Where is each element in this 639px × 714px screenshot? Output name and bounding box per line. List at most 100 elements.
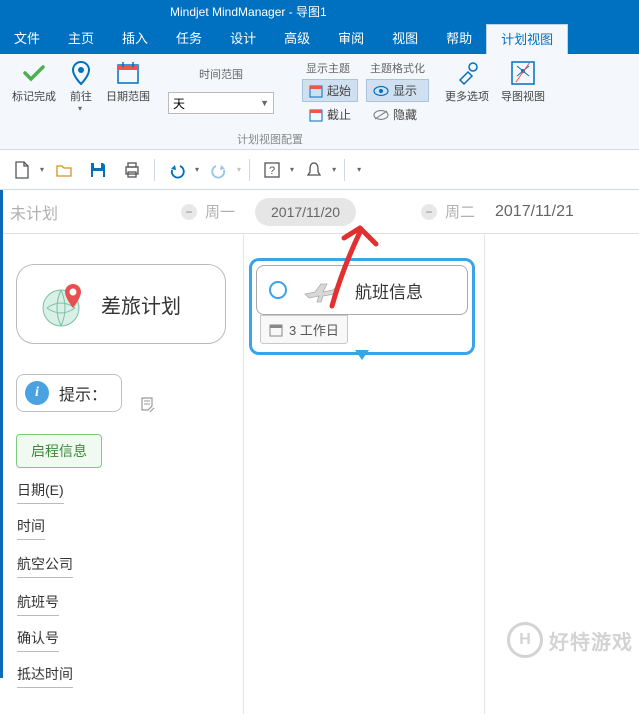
calendar-start-icon	[309, 84, 323, 98]
hide-label: 隐藏	[393, 106, 417, 123]
info-icon: i	[25, 381, 49, 405]
field-flight-no[interactable]: 航班号	[17, 592, 59, 616]
field-time[interactable]: 时间	[17, 516, 45, 540]
airplane-icon	[301, 276, 341, 304]
watermark: H 好特游戏	[507, 622, 633, 658]
menu-file[interactable]: 文件	[0, 24, 54, 54]
menu-bar: 文件 主页 插入 任务 设计 高级 审阅 视图 帮助 计划视图	[0, 24, 639, 54]
unplanned-label: 未计划	[10, 200, 58, 224]
eye-icon	[373, 85, 389, 97]
caret-down-icon[interactable]: ▾	[40, 165, 44, 174]
calendar-small-icon	[269, 323, 283, 337]
topic-travel-plan[interactable]: 差旅计划	[16, 264, 226, 344]
help-button[interactable]: ?	[258, 156, 286, 184]
show-topic-label: 显示主题	[302, 58, 358, 78]
quick-toolbar: ▾ ▾ ▾ ? ▾ ▾ ▾	[0, 150, 639, 190]
subtopic-flight-info[interactable]: 航班信息 3 工作日	[249, 258, 475, 355]
show-label: 显示	[393, 82, 417, 99]
watermark-logo-icon: H	[507, 622, 543, 658]
time-unit-value: 天	[173, 95, 185, 112]
end-toggle[interactable]: 截止	[302, 103, 358, 126]
folder-open-icon	[55, 161, 73, 179]
drag-handle-icon[interactable]	[355, 350, 369, 360]
help-icon: ?	[263, 161, 281, 179]
menu-help[interactable]: 帮助	[432, 24, 486, 54]
new-doc-icon	[13, 161, 31, 179]
hide-toggle[interactable]: 隐藏	[366, 103, 429, 126]
launch-info-button[interactable]: 启程信息	[16, 434, 102, 468]
undo-icon	[168, 161, 186, 179]
watermark-text: 好特游戏	[549, 626, 633, 655]
collapse-button[interactable]: −	[421, 204, 437, 220]
field-airline[interactable]: 航空公司	[17, 554, 73, 578]
overflow-icon[interactable]: ▾	[357, 165, 361, 174]
end-label: 截止	[327, 106, 351, 123]
checkmark-icon	[21, 60, 47, 86]
more-options-label: 更多选项	[445, 88, 489, 104]
globe-pin-icon	[37, 278, 89, 330]
menu-view[interactable]: 视图	[378, 24, 432, 54]
caret-down-icon[interactable]: ▾	[237, 165, 241, 174]
redo-button[interactable]	[205, 156, 233, 184]
caret-down-icon[interactable]: ▾	[332, 165, 336, 174]
new-doc-button[interactable]	[8, 156, 36, 184]
date-range-button[interactable]: 日期范围	[100, 58, 156, 115]
window-titlebar: Mindjet MindManager - 导图1	[0, 0, 639, 24]
menu-task[interactable]: 任务	[162, 24, 216, 54]
column-divider	[484, 234, 485, 714]
print-icon	[123, 161, 141, 179]
start-toggle[interactable]: 起始	[302, 79, 358, 102]
time-range-label: 时间范围	[195, 64, 247, 84]
open-button[interactable]	[50, 156, 78, 184]
undo-button[interactable]	[163, 156, 191, 184]
goto-label: 前往	[70, 88, 92, 104]
wrench-gear-icon	[454, 60, 480, 86]
date-range-label: 日期范围	[106, 88, 150, 104]
eye-off-icon	[373, 109, 389, 121]
caret-down-icon[interactable]: ▾	[195, 165, 199, 174]
menu-review[interactable]: 审阅	[324, 24, 378, 54]
column-divider	[243, 234, 244, 714]
more-options-button[interactable]: 更多选项	[439, 58, 495, 106]
left-edge-accent	[0, 190, 3, 678]
ribbon: 标记完成 前往 ▾ 日期范围 时间范围 天 ▼ 显示主题 起始	[0, 54, 639, 150]
field-date[interactable]: 日期(E)	[17, 480, 64, 504]
window-title: Mindjet MindManager - 导图1	[170, 5, 327, 19]
caret-down-icon[interactable]: ▾	[290, 165, 294, 174]
start-label: 起始	[327, 82, 351, 99]
date-pill-1[interactable]: 2017/11/20	[255, 198, 356, 226]
date-label-2: 2017/11/21	[495, 203, 574, 221]
launch-info-label: 启程信息	[31, 443, 87, 459]
tip-box[interactable]: i 提示：	[16, 374, 122, 412]
mindmap-view-button[interactable]: 导图视图	[495, 58, 551, 106]
calendar-icon	[115, 60, 141, 86]
mindmap-view-label: 导图视图	[501, 88, 545, 104]
work-days-text: 3 工作日	[289, 320, 339, 339]
menu-advanced[interactable]: 高级	[270, 24, 324, 54]
menu-design[interactable]: 设计	[216, 24, 270, 54]
menu-plan-view[interactable]: 计划视图	[486, 24, 568, 54]
mark-done-button[interactable]: 标记完成	[6, 58, 62, 115]
field-confirm-no[interactable]: 确认号	[17, 628, 59, 652]
calendar-end-icon	[309, 108, 323, 122]
menu-insert[interactable]: 插入	[108, 24, 162, 54]
menu-home[interactable]: 主页	[54, 24, 108, 54]
print-button[interactable]	[118, 156, 146, 184]
svg-text:?: ?	[269, 165, 275, 177]
field-arrival-time[interactable]: 抵达时间	[17, 664, 73, 688]
tip-text: 提示：	[59, 381, 107, 405]
topic-title: 差旅计划	[101, 290, 181, 319]
redo-icon	[210, 161, 228, 179]
radio-icon[interactable]	[269, 281, 287, 299]
work-days-badge: 3 工作日	[260, 315, 348, 344]
save-button[interactable]	[84, 156, 112, 184]
subtopic-title: 航班信息	[355, 278, 423, 303]
show-toggle[interactable]: 显示	[366, 79, 429, 102]
timeline-header: 未计划 − 周一 2017/11/20 − 周二 2017/11/21	[0, 190, 639, 234]
note-icon[interactable]	[140, 396, 156, 415]
goto-button[interactable]: 前往 ▾	[62, 58, 100, 115]
collapse-button[interactable]: −	[181, 204, 197, 220]
tuesday-label: 周二	[445, 201, 475, 222]
time-unit-dropdown[interactable]: 天 ▼	[168, 92, 274, 114]
bell-button[interactable]	[300, 156, 328, 184]
